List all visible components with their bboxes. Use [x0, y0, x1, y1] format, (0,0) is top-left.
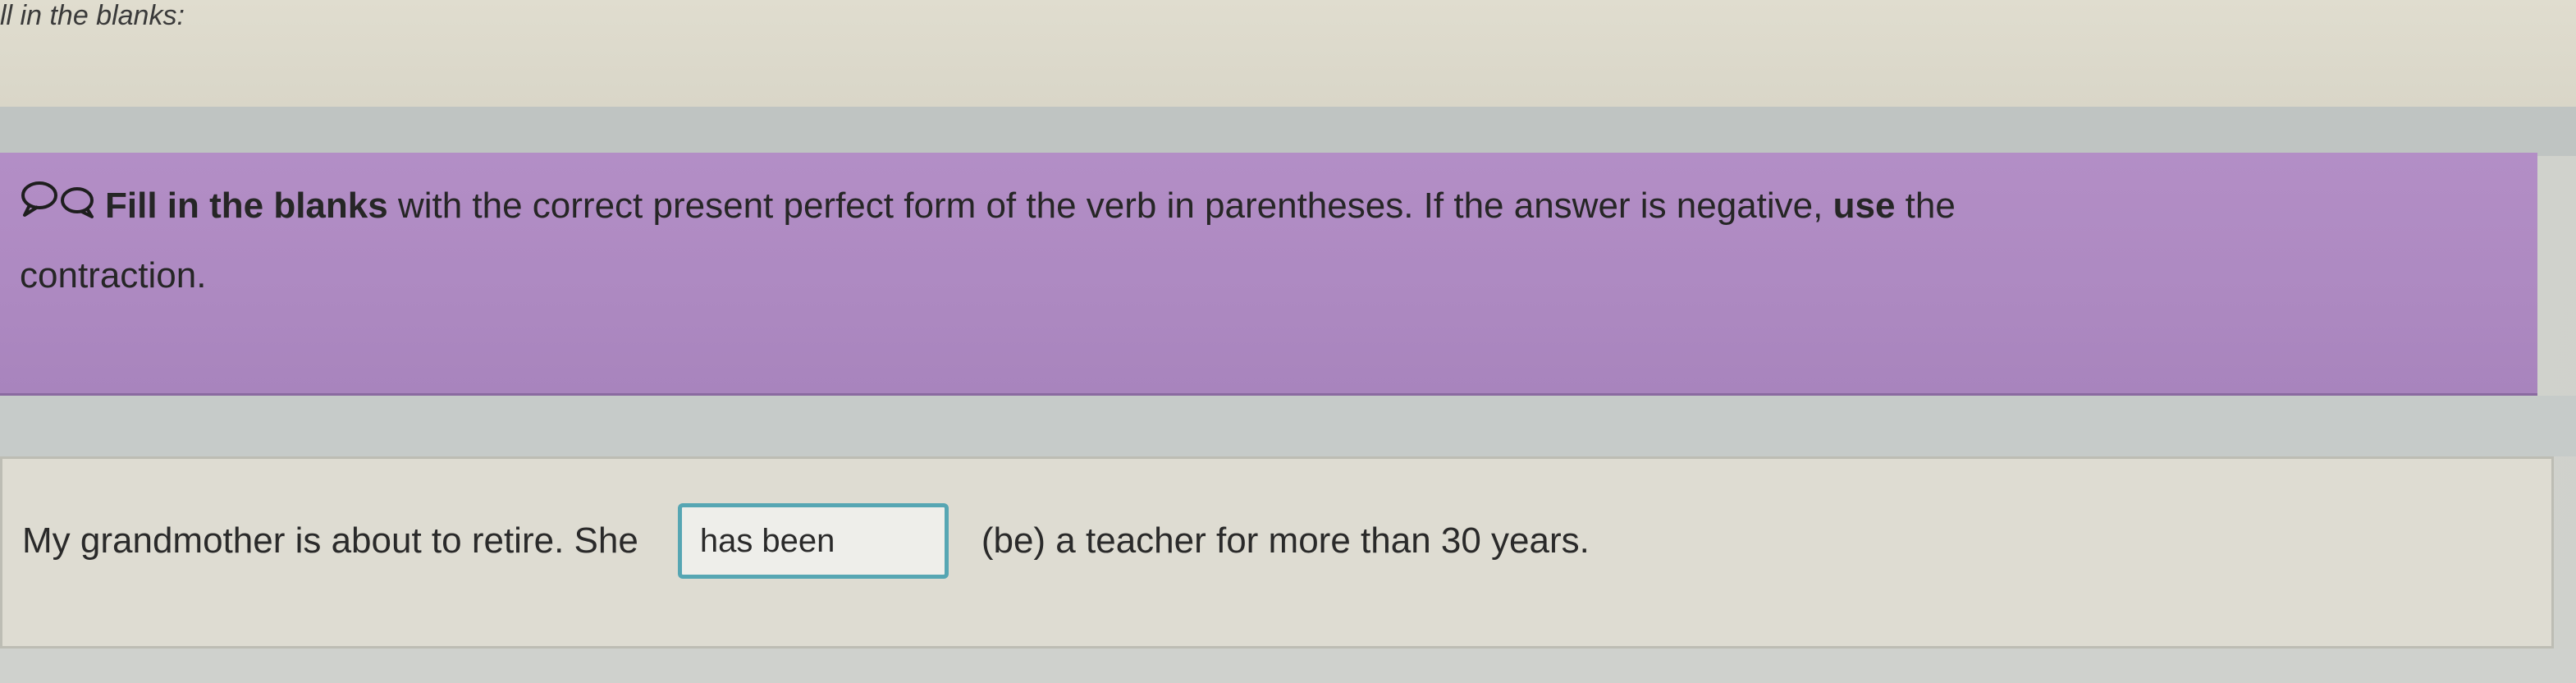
instruction-text-part1: with the correct present perfect form of… [387, 186, 1833, 226]
separator [0, 107, 2576, 156]
instruction-panel: Fill in the blanks with the correct pres… [0, 153, 2537, 396]
question-sentence: My grandmother is about to retire. She (… [22, 500, 1590, 582]
question-text-after: (be) a teacher for more than 30 years. [981, 520, 1590, 561]
answer-input[interactable] [677, 503, 949, 579]
instruction-bold-use: use [1832, 186, 1896, 226]
header-strip: ll in the blanks: [0, 0, 2576, 107]
instruction-text-line2: contraction. [20, 255, 207, 296]
question-text-before: My grandmother is about to retire. She [22, 520, 638, 561]
instruction-text-part2: the [1895, 186, 1956, 226]
gap-band [0, 396, 2576, 456]
bottom-band [0, 649, 2576, 683]
instruction-text: Fill in the blanks with the correct pres… [105, 186, 1956, 227]
instruction-bold-lead: Fill in the blanks [105, 186, 388, 226]
question-panel: My grandmother is about to retire. She (… [0, 456, 2554, 649]
exercise-title: ll in the blanks: [0, 0, 185, 31]
speech-bubble-icon[interactable] [18, 176, 97, 222]
